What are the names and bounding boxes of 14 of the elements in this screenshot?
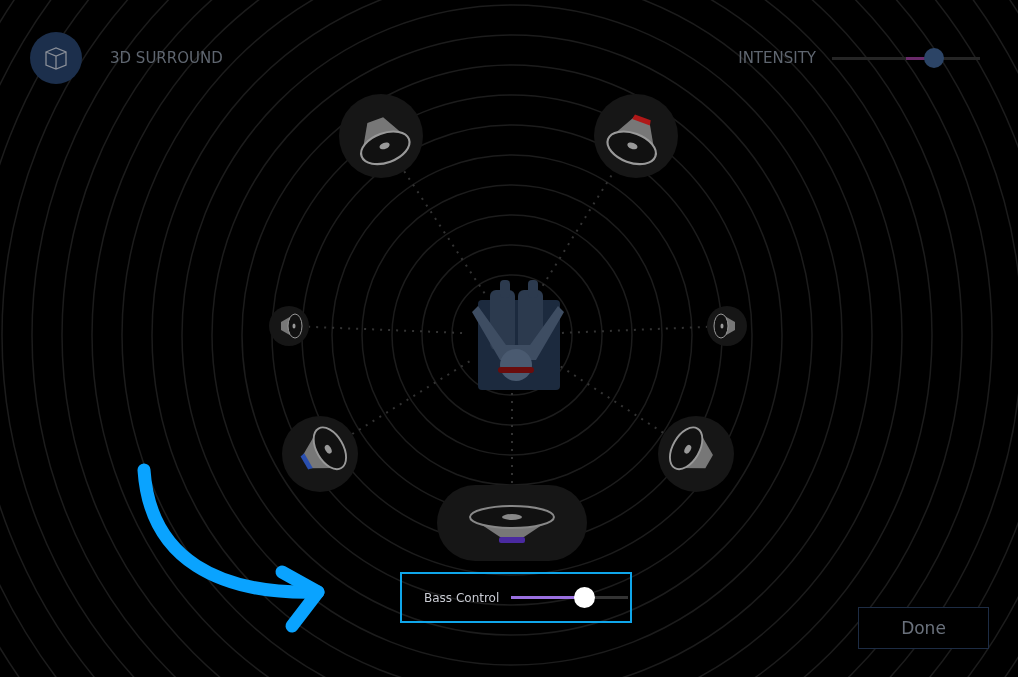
speaker-icon xyxy=(303,426,348,471)
speaker-icon xyxy=(360,117,411,166)
speaker-icon xyxy=(668,426,713,471)
intensity-thumb[interactable] xyxy=(924,48,945,68)
speaker-icon xyxy=(606,117,657,166)
speaker-icon xyxy=(281,313,303,339)
intensity-label: INTENSITY xyxy=(738,49,816,67)
speaker-icon xyxy=(713,313,735,339)
bass-thumb[interactable] xyxy=(573,587,595,608)
done-button[interactable]: Done xyxy=(858,607,989,649)
mode-title: 3D SURROUND xyxy=(110,49,223,67)
bass-label: Bass Control xyxy=(424,590,500,605)
cube-icon[interactable] xyxy=(30,32,82,84)
speaker-icon xyxy=(469,505,555,537)
